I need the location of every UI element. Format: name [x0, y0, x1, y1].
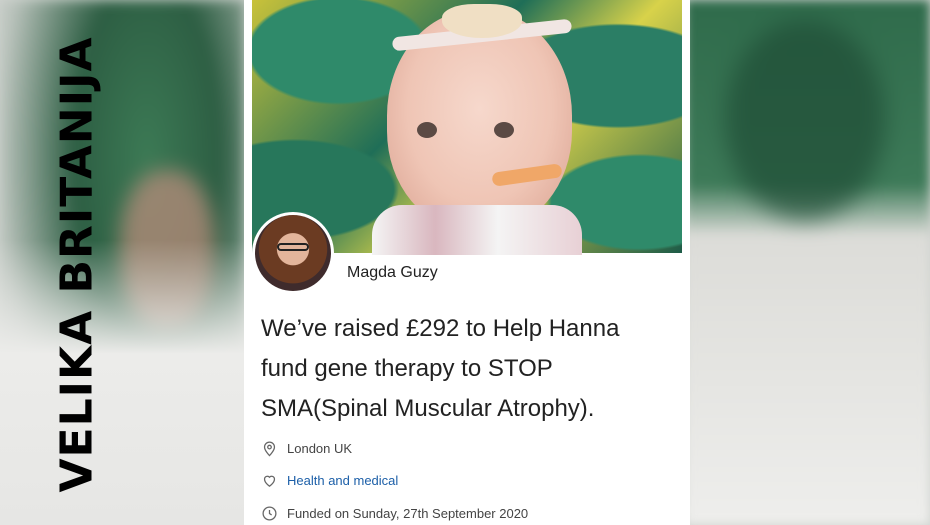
fundraiser-photo [252, 0, 682, 255]
background-blur-bottom [0, 240, 245, 525]
vertical-caption-text: VELIKA BRITANIJA [51, 35, 103, 493]
author-name[interactable]: Magda Guzy [347, 264, 438, 282]
funded-text: Funded on Sunday, 27th September 2020 [287, 506, 529, 521]
location-text: London UK [287, 441, 353, 456]
location-pin-icon [263, 441, 276, 457]
location-row: London UK [261, 440, 352, 457]
fundraiser-card: Magda Guzy We’ve raised £292 to Help Han… [244, 0, 690, 525]
heart-icon [263, 475, 276, 487]
background-blur-right [685, 0, 930, 525]
fundraiser-headline: We’ve raised £292 to Help Hanna fund gen… [261, 315, 620, 422]
vertical-caption: VELIKA BRITANIJA [47, 36, 107, 492]
funded-row: Funded on Sunday, 27th September 2020 [261, 505, 528, 522]
clock-icon [262, 506, 277, 521]
category-row[interactable]: Health and medical [261, 472, 398, 489]
author-avatar[interactable] [252, 212, 334, 294]
category-link[interactable]: Health and medical [287, 473, 398, 488]
